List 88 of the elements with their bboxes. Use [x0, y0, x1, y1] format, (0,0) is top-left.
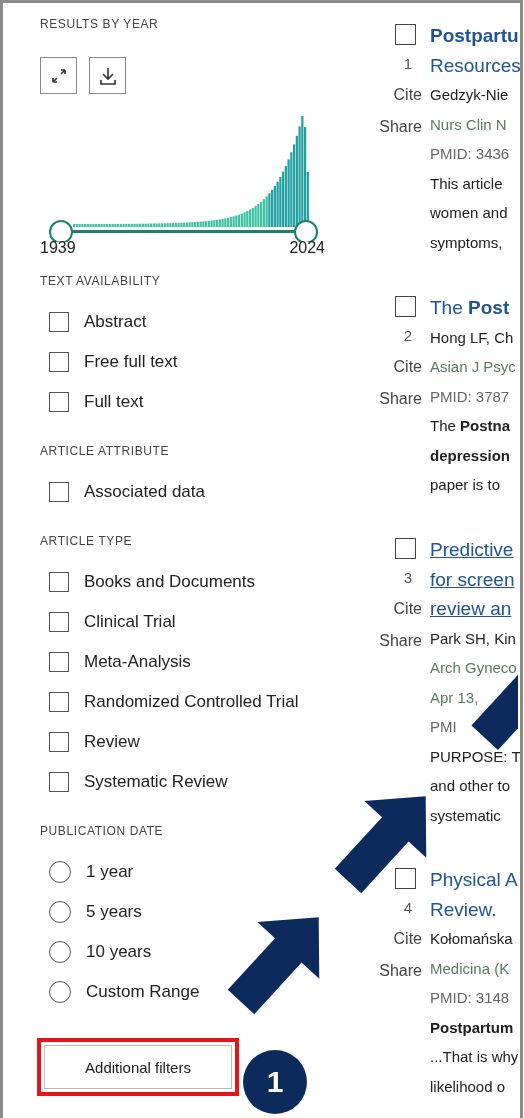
filter-label[interactable]: 5 years: [86, 902, 142, 922]
additional-filters-button[interactable]: Additional filters: [44, 1045, 232, 1089]
authors: Gedzyk-Nie: [430, 85, 510, 105]
checkbox[interactable]: [395, 24, 416, 45]
article-title-link[interactable]: Resources: [430, 50, 520, 80]
article-title-link[interactable]: Physical A: [430, 865, 519, 895]
journal-citation: Nurs Clin N: [430, 114, 508, 135]
filter-label[interactable]: Custom Range: [86, 982, 200, 1002]
abstract-snippet: ...That is why: [430, 1047, 519, 1067]
pmid: PMID: 3436: [430, 144, 511, 164]
filter-label[interactable]: Books and Documents: [84, 572, 256, 592]
article-title-link[interactable]: review an: [430, 594, 520, 624]
checkbox[interactable]: [395, 538, 416, 559]
section-heading: RESULTS BY YEAR: [40, 17, 160, 33]
abstract-snippet: symptoms,: [430, 232, 504, 253]
checkbox[interactable]: [49, 692, 69, 712]
pmid: PMI: [430, 717, 458, 737]
filter-label[interactable]: Review: [84, 732, 140, 752]
filter-label[interactable]: Clinical Trial: [84, 612, 176, 632]
end-year: 2024: [289, 239, 325, 257]
download-button[interactable]: [89, 57, 126, 94]
share-link[interactable]: Share: [379, 962, 422, 980]
start-year: 1939: [40, 239, 76, 257]
checkbox[interactable]: [49, 772, 69, 792]
checkbox[interactable]: [49, 732, 69, 752]
journal-citation: Asian J Psyc: [430, 357, 516, 377]
download-icon: [97, 65, 118, 86]
checkbox[interactable]: [49, 352, 69, 372]
filter-label[interactable]: Systematic Review: [84, 772, 228, 792]
authors: Kołomańska: [430, 929, 514, 949]
checkbox[interactable]: [49, 652, 69, 672]
checkbox[interactable]: [49, 392, 69, 412]
abstract-snippet: PURPOSE: T: [430, 746, 520, 767]
abstract-snippet: paper is to: [430, 475, 502, 495]
checkbox[interactable]: [49, 612, 69, 632]
checkbox[interactable]: [49, 312, 69, 332]
share-link[interactable]: Share: [379, 118, 422, 136]
section-heading: PUBLICATION DATE: [40, 824, 165, 840]
journal-citation: Apr 13,: [430, 687, 480, 708]
cite-link[interactable]: Cite: [393, 358, 422, 376]
checkbox[interactable]: [395, 868, 416, 889]
filter-label[interactable]: Meta-Analysis: [84, 652, 191, 672]
journal-citation: Arch Gyneco: [430, 658, 518, 678]
section-heading: ARTICLE TYPE: [40, 534, 134, 550]
authors: Hong LF, Ch: [430, 327, 515, 348]
abstract-snippet: systematic: [430, 805, 502, 826]
abstract-snippet: Postpartum: [430, 1017, 515, 1038]
authors: Park SH, Kin: [430, 628, 517, 649]
expand-button[interactable]: [40, 57, 77, 94]
abstract-snippet: likelihood o: [430, 1076, 507, 1097]
checkbox[interactable]: [49, 572, 69, 592]
step-badge: 1: [243, 1050, 307, 1114]
article-title-link[interactable]: for screen: [430, 564, 520, 594]
cite-link[interactable]: Cite: [393, 86, 422, 104]
section-heading: ARTICLE ATTRIBUTE: [40, 444, 171, 460]
cite-link[interactable]: Cite: [393, 600, 422, 618]
filter-label[interactable]: Full text: [84, 392, 144, 412]
article-title-link[interactable]: Predictive: [430, 535, 520, 565]
journal-citation: Medicina (K: [430, 958, 511, 979]
result-number: 1: [403, 55, 412, 72]
filter-label[interactable]: Free full text: [84, 352, 178, 372]
article-title-link[interactable]: The Post: [430, 293, 516, 323]
result-number: 4: [403, 899, 412, 916]
checkbox[interactable]: [395, 296, 416, 317]
section-heading: TEXT AVAILABILITY: [40, 274, 162, 290]
slider-thumb[interactable]: [49, 220, 73, 242]
filter-label[interactable]: Associated data: [84, 482, 205, 502]
share-link[interactable]: Share: [379, 632, 422, 650]
abstract-snippet: This article: [430, 173, 504, 194]
filter-label[interactable]: Randomized Controlled Trial: [84, 692, 299, 712]
pmid: PMID: 3148: [430, 988, 511, 1008]
expand-icon: [49, 66, 68, 85]
abstract-snippet: The Postna: [430, 416, 512, 436]
abstract-snippet: depression: [430, 445, 512, 466]
filter-label[interactable]: 10 years: [86, 942, 152, 962]
abstract-snippet: women and: [430, 203, 509, 223]
checkbox[interactable]: [49, 482, 69, 502]
filter-label[interactable]: 1 year: [86, 862, 134, 882]
filter-label[interactable]: Abstract: [84, 312, 147, 332]
share-link[interactable]: Share: [379, 390, 422, 408]
result-number: 3: [403, 569, 412, 586]
result-number: 2: [403, 327, 412, 344]
slider-thumb[interactable]: [294, 220, 318, 242]
abstract-snippet: and other to: [430, 776, 512, 796]
pmid: PMID: 3787: [430, 386, 511, 407]
cite-link[interactable]: Cite: [393, 930, 422, 948]
article-title-link[interactable]: Postpartu: [430, 21, 520, 51]
article-title-link[interactable]: Review.: [430, 894, 519, 924]
